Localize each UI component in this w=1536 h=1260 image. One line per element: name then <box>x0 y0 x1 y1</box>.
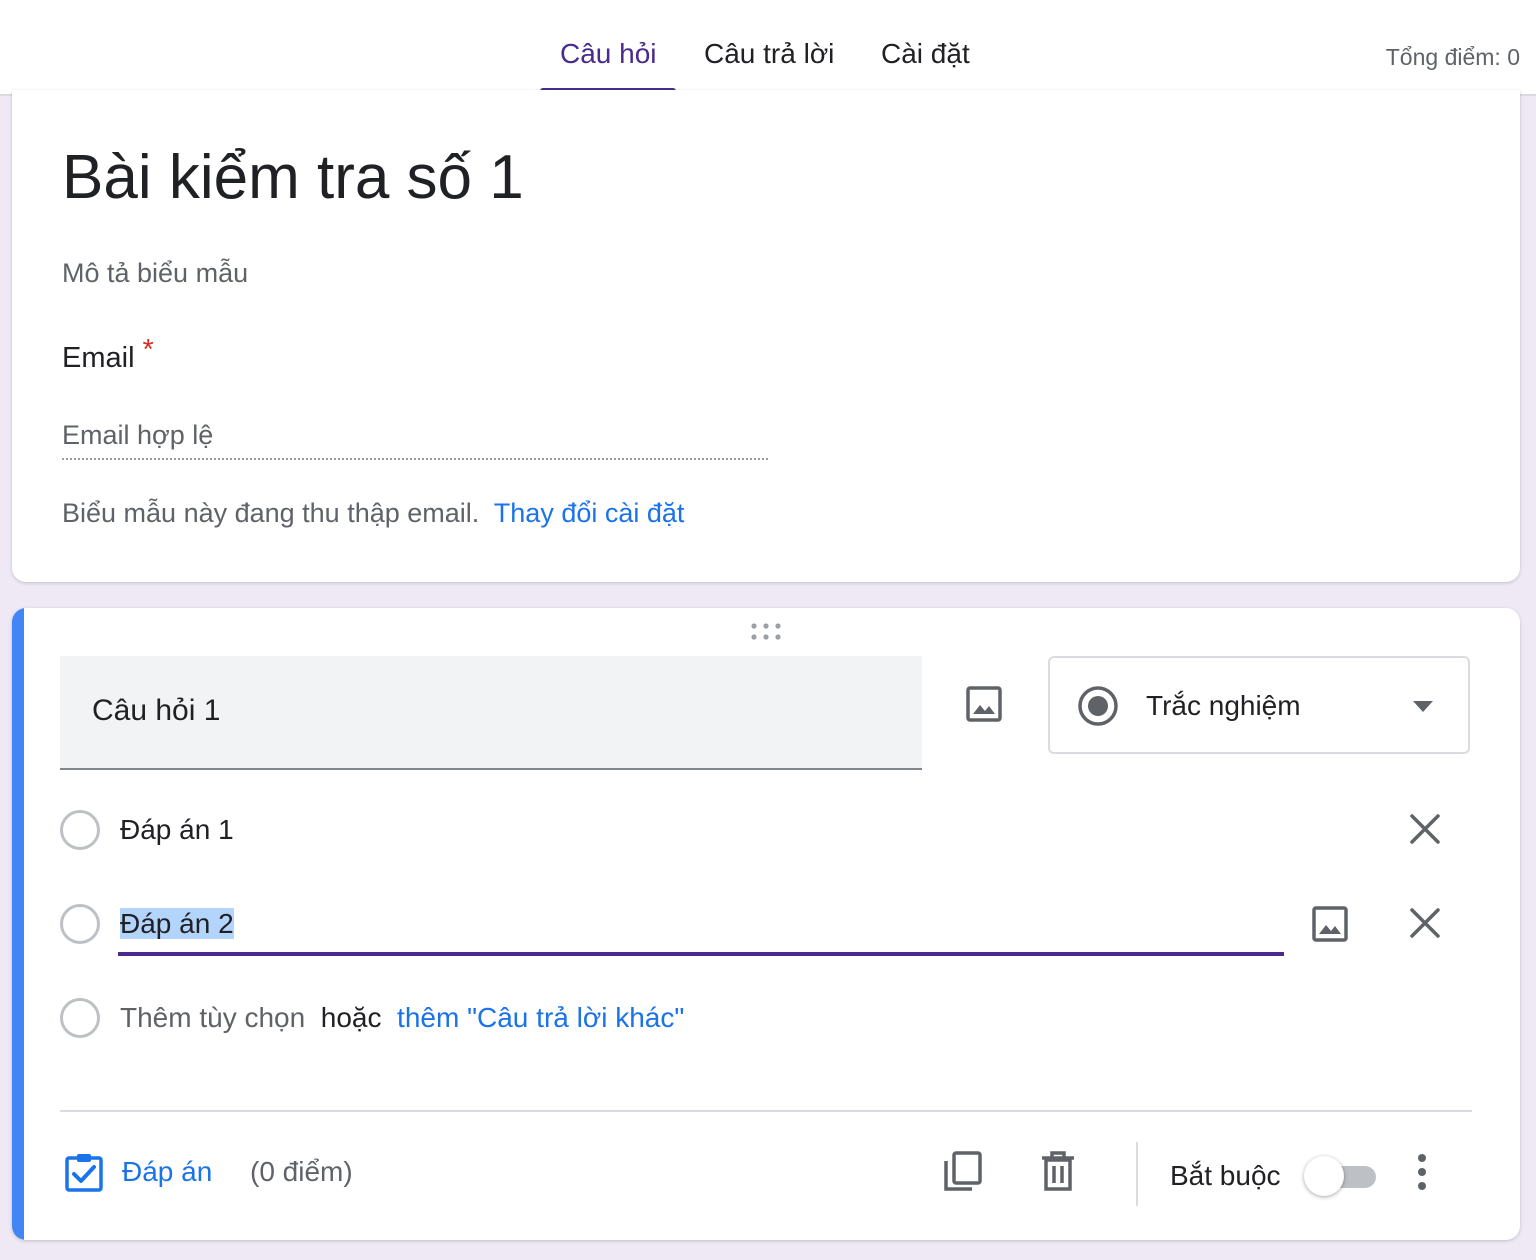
more-vert-icon[interactable] <box>1410 1152 1434 1192</box>
answer-key-icon <box>65 1154 103 1192</box>
close-icon[interactable] <box>1408 812 1442 846</box>
footer-vertical-divider <box>1136 1142 1138 1206</box>
option-label-1[interactable]: Đáp án 1 <box>120 814 234 846</box>
active-question-accent <box>12 608 24 1240</box>
tab-questions[interactable]: Câu hỏi <box>560 38 657 70</box>
copy-icon[interactable] <box>942 1150 984 1192</box>
footer-divider <box>60 1110 1472 1112</box>
option-radio-1[interactable] <box>60 810 100 850</box>
option-image-icon[interactable] <box>1310 904 1350 944</box>
required-toggle[interactable] <box>1304 1156 1378 1196</box>
question-type-label: Trắc nghiệm <box>1146 690 1301 721</box>
option-label-2[interactable]: Đáp án 2 <box>120 908 234 940</box>
tab-responses[interactable]: Câu trả lời <box>704 38 834 70</box>
radio-button-icon <box>1078 686 1118 726</box>
selected-text: Đáp án 2 <box>120 908 234 939</box>
email-label-text: Email <box>62 342 135 374</box>
collect-note-text: Biểu mẫu này đang thu thập email. <box>62 498 480 528</box>
question-title-text: Câu hỏi 1 <box>92 694 221 727</box>
drag-handle-icon[interactable] <box>750 622 782 642</box>
toggle-knob <box>1304 1156 1344 1196</box>
form-title[interactable]: Bài kiểm tra số 1 <box>62 142 524 213</box>
trash-icon[interactable] <box>1038 1150 1078 1192</box>
or-text: hoặc <box>320 1002 382 1033</box>
total-points: Tổng điểm: 0 <box>1385 44 1520 70</box>
change-settings-link[interactable]: Thay đổi cài đặt <box>494 498 685 528</box>
email-field[interactable] <box>62 412 768 460</box>
email-collect-note: Biểu mẫu này đang thu thập email. Thay đ… <box>62 498 684 529</box>
add-option-row: Thêm tùy chọn hoặc thêm "Câu trả lời khá… <box>120 1002 684 1034</box>
add-option-link[interactable]: Thêm tùy chọn <box>120 1002 305 1033</box>
answer-key-label: Đáp án <box>122 1156 213 1187</box>
tab-settings[interactable]: Cài đặt <box>881 38 970 70</box>
required-label: Bắt buộc <box>1170 1160 1281 1191</box>
option-radio-2[interactable] <box>60 904 100 944</box>
question-title-field[interactable]: Câu hỏi 1 <box>60 656 922 770</box>
add-option-radio <box>60 998 100 1038</box>
email-label: Email * <box>62 334 154 375</box>
form-header-card: Bài kiểm tra số 1 Mô tả biểu mẫu Email * … <box>12 90 1520 582</box>
close-icon[interactable] <box>1408 906 1442 940</box>
form-description[interactable]: Mô tả biểu mẫu <box>62 258 248 289</box>
required-asterisk: * <box>142 334 154 366</box>
question-card[interactable]: Câu hỏi 1 Trắc nghiệm Đáp án 1 Đáp án 2 … <box>12 608 1520 1240</box>
question-type-select[interactable]: Trắc nghiệm <box>1048 656 1470 754</box>
top-tab-bar: Câu hỏi Câu trả lời Cài đặt Tổng điểm: 0 <box>0 0 1536 96</box>
add-other-link[interactable]: thêm "Câu trả lời khác" <box>397 1002 684 1033</box>
option-focus-underline <box>118 952 1284 956</box>
points-label: (0 điểm) <box>250 1156 353 1187</box>
chevron-down-icon <box>1413 701 1433 712</box>
image-icon[interactable] <box>964 684 1004 724</box>
